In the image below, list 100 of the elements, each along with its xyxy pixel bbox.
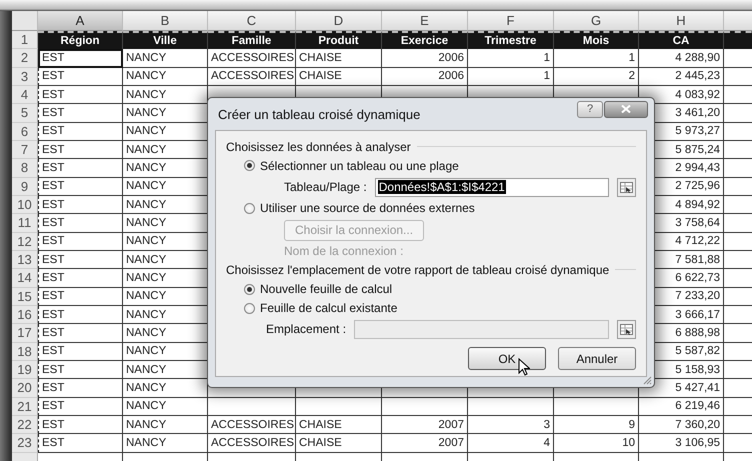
table-cell: EST <box>38 288 123 306</box>
table-cell: CHAISE <box>296 434 382 453</box>
row-header[interactable]: 1 <box>12 31 38 50</box>
cancel-button[interactable]: Annuler <box>558 347 636 370</box>
close-icon <box>621 105 631 113</box>
table-cell: EST <box>38 178 123 196</box>
range-picker-button[interactable] <box>617 320 636 339</box>
table-cell: EST <box>38 68 123 86</box>
table-cell: 6 219,46 <box>639 398 724 416</box>
table-cell: EST <box>38 434 123 453</box>
close-button[interactable] <box>604 100 648 118</box>
row-header[interactable]: 4 <box>12 86 38 104</box>
row-header[interactable]: 11 <box>12 214 38 233</box>
table-cell: NANCY <box>123 434 208 453</box>
header-cell: Mois <box>554 31 639 50</box>
table-cell: EST <box>38 214 123 233</box>
header-cell: CA <box>639 31 724 50</box>
radio-option[interactable]: Utiliser une source de données externes <box>244 198 475 218</box>
row-header[interactable]: 22 <box>12 416 38 434</box>
section-label: Choisissez l'emplacement de votre rapport de tableau croisé dynamique <box>226 262 610 277</box>
input-field[interactable]: Données!$A$1:$I$4221 <box>374 178 609 196</box>
row-header[interactable]: 15 <box>12 288 38 306</box>
column-header[interactable]: H <box>639 11 724 31</box>
help-button[interactable]: ? <box>577 100 603 118</box>
table-cell: NANCY <box>123 416 208 434</box>
column-header[interactable]: G <box>554 11 639 31</box>
row-header[interactable]: 6 <box>12 122 38 141</box>
table-cell: CHAISE <box>296 49 382 68</box>
table-cell: 10 <box>554 434 639 453</box>
table-cell: 2006 <box>382 68 468 86</box>
row-header[interactable]: 5 <box>12 104 38 123</box>
row-header[interactable]: 2 <box>12 49 38 68</box>
table-cell: ACCESSOIRES <box>208 434 296 453</box>
table-cell: ACCESSOIRES <box>208 68 296 86</box>
table-cell: NANCY <box>123 68 208 86</box>
table-cell: 1 <box>554 49 639 68</box>
row-header[interactable]: 23 <box>12 434 38 453</box>
radio-button[interactable] <box>244 284 255 295</box>
table-cell: 7 360,20 <box>639 416 724 434</box>
column-header[interactable]: E <box>382 11 468 31</box>
table-cell: 9 <box>554 416 639 434</box>
table-cell: ACCESSOIRES <box>208 416 296 434</box>
column-header[interactable]: C <box>208 11 296 31</box>
row-header[interactable]: 17 <box>12 324 38 343</box>
resize-grip-icon[interactable] <box>643 376 652 385</box>
row-header[interactable]: 16 <box>12 306 38 324</box>
row-header[interactable]: 10 <box>12 196 38 214</box>
radio-button[interactable] <box>244 202 255 214</box>
table-cell: EST <box>38 122 123 141</box>
table-cell: 4 <box>468 434 554 453</box>
table-cell: 2007 <box>382 416 468 434</box>
ok-button[interactable]: OK <box>468 347 546 370</box>
field-label: Tableau/Plage : <box>284 180 367 194</box>
table-cell: EST <box>38 104 123 123</box>
table-cell: EST <box>38 49 123 68</box>
table-cell: EST <box>38 140 123 160</box>
row-header[interactable]: 13 <box>12 250 38 270</box>
range-picker-button[interactable] <box>617 178 636 196</box>
row-header[interactable]: 14 <box>12 269 38 288</box>
table-cell: EST <box>38 360 123 380</box>
table-cell: EST <box>38 379 123 398</box>
table-cell: NANCY <box>123 86 208 104</box>
column-header[interactable]: B <box>123 11 208 31</box>
row-header[interactable]: 7 <box>12 140 38 160</box>
section-label: Choisissez les données à analyser <box>226 140 411 154</box>
column-header[interactable]: A <box>38 11 123 31</box>
table-cell: 1 <box>468 68 554 86</box>
connection-name-label: Nom de la connexion : <box>284 242 404 260</box>
header-cell: Trimestre <box>468 31 554 50</box>
radio-option[interactable]: Sélectionner un tableau ou une plage <box>244 156 459 176</box>
radio-option[interactable]: Nouvelle feuille de calcul <box>244 279 392 299</box>
table-cell: EST <box>38 398 123 416</box>
column-header[interactable]: F <box>468 11 554 31</box>
radio-button[interactable] <box>244 160 255 172</box>
column-header[interactable]: D <box>296 11 382 31</box>
row-header[interactable]: 21 <box>12 398 38 416</box>
table-cell: 2006 <box>382 49 468 68</box>
row-header[interactable]: 8 <box>12 159 38 178</box>
table-cell: 3 106,95 <box>639 434 724 453</box>
table-cell: NANCY <box>123 49 208 68</box>
header-cell: Région <box>38 31 123 50</box>
dialog-title: Créer un tableau croisé dynamique <box>218 106 422 122</box>
row-header[interactable]: 12 <box>12 232 38 251</box>
table-cell: EST <box>38 416 123 434</box>
row-header[interactable]: 20 <box>12 379 38 398</box>
row-header[interactable]: 3 <box>12 68 38 86</box>
header-cell: Famille <box>208 31 296 50</box>
header-cell: Produit <box>296 31 382 50</box>
table-cell: 1 <box>468 49 554 68</box>
table-cell: CHAISE <box>296 68 382 86</box>
radio-button[interactable] <box>244 302 255 314</box>
row-header[interactable]: 18 <box>12 342 38 361</box>
row-header[interactable]: 19 <box>12 360 38 380</box>
select-all-corner[interactable] <box>12 11 38 31</box>
table-cell: 2 445,23 <box>639 68 724 86</box>
table-cell: EST <box>38 232 123 251</box>
header-cell: Ville <box>123 31 208 50</box>
row-header[interactable]: 9 <box>12 178 38 196</box>
radio-option[interactable]: Feuille de calcul existante <box>244 298 398 318</box>
cursor-icon <box>518 358 530 376</box>
